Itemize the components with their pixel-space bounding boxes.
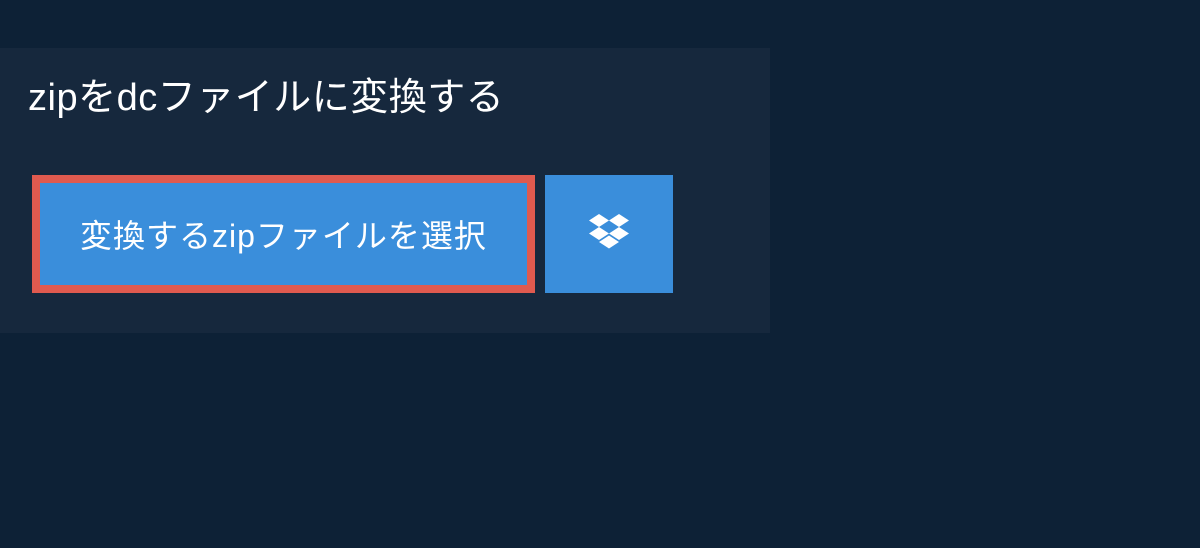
dropbox-button[interactable] bbox=[545, 175, 673, 293]
converter-panel: zipをdcファイルに変換する 変換するzipファイルを選択 bbox=[0, 48, 770, 333]
page-title: zipをdcファイルに変換する bbox=[28, 66, 570, 121]
select-file-label: 変換するzipファイルを選択 bbox=[80, 211, 487, 257]
dropbox-icon bbox=[589, 214, 629, 255]
title-bar: zipをdcファイルに変換する bbox=[0, 48, 598, 139]
select-file-button[interactable]: 変換するzipファイルを選択 bbox=[32, 175, 535, 293]
button-row: 変換するzipファイルを選択 bbox=[32, 175, 770, 293]
